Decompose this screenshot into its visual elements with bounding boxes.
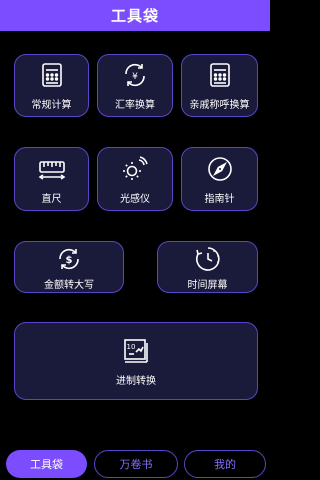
tab-books[interactable]: 万卷书 [94, 450, 178, 478]
svg-text:$: $ [66, 255, 73, 266]
tool-label: 金额转大写 [44, 279, 94, 291]
tool-money-uppercase[interactable]: $ 金额转大写 [14, 241, 124, 293]
tool-label: 指南针 [204, 193, 235, 205]
timer-icon [193, 244, 223, 274]
light-sensor-icon [120, 154, 150, 184]
base-convert-icon: 10 [121, 336, 151, 366]
tool-exchange-rate[interactable]: ¥ 汇率换算 [97, 54, 173, 117]
tool-label: 光感仪 [120, 193, 150, 205]
ruler-icon [37, 154, 67, 184]
tool-label: 时间屏幕 [187, 279, 228, 291]
tool-base-convert[interactable]: 10 进制转换 [14, 322, 258, 400]
svg-text:¥: ¥ [132, 72, 138, 82]
dollar-cycle-icon: $ [54, 244, 84, 274]
svg-text:10: 10 [127, 343, 136, 351]
currency-exchange-icon: ¥ [120, 60, 150, 90]
tool-label: 汇率换算 [115, 100, 155, 111]
app-header: 工具袋 [0, 0, 270, 31]
bottom-tab-bar: 工具袋 万卷书 我的 [0, 448, 270, 480]
tool-label: 直尺 [41, 193, 62, 205]
tab-mine[interactable]: 我的 [184, 450, 266, 478]
tool-label: 常规计算 [31, 100, 72, 111]
compass-icon [205, 154, 235, 184]
page-title: 工具袋 [110, 7, 159, 25]
calculator-icon [37, 60, 67, 90]
tool-kinship[interactable]: 亲戚称呼换算 [181, 54, 258, 117]
tool-ruler[interactable]: 直尺 [14, 147, 89, 211]
calculator-icon [205, 60, 235, 90]
tool-compass[interactable]: 指南针 [181, 147, 258, 211]
tool-label: 亲戚称呼换算 [189, 100, 250, 111]
tool-label: 进制转换 [116, 375, 156, 387]
tab-toolbag[interactable]: 工具袋 [6, 450, 87, 478]
tool-calculator[interactable]: 常规计算 [14, 54, 89, 117]
tool-light-sensor[interactable]: 光感仪 [97, 147, 173, 211]
tool-screen-timer[interactable]: 时间屏幕 [157, 241, 258, 293]
